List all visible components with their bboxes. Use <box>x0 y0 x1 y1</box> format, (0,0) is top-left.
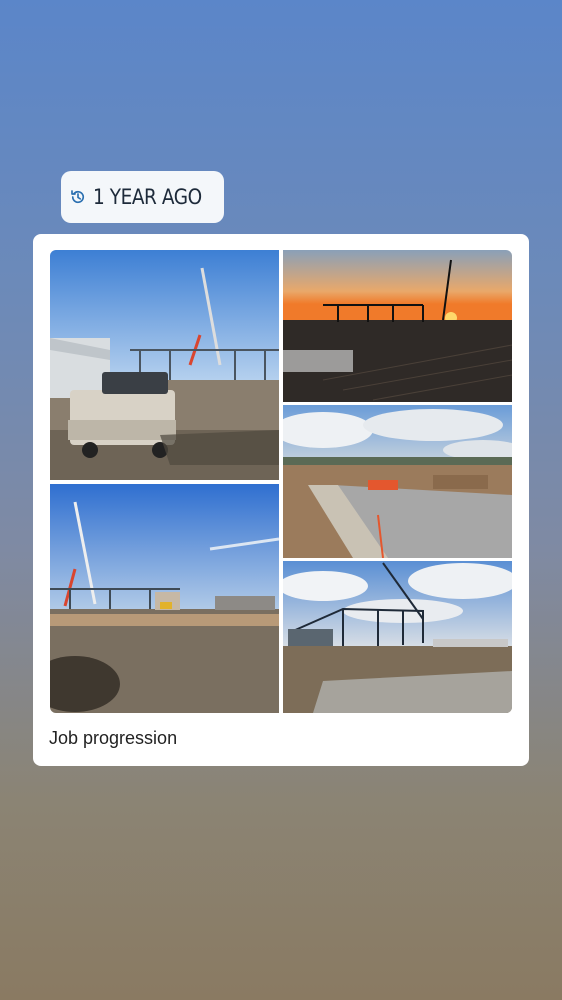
photo-foundation-footings[interactable] <box>283 405 512 558</box>
memory-post-card[interactable]: Job progression <box>33 234 529 766</box>
post-caption: Job progression <box>49 728 178 748</box>
memory-timestamp-badge[interactable]: 1 YEAR AGO <box>61 171 224 223</box>
history-clock-icon <box>70 190 84 204</box>
memory-label: 1 YEAR AGO <box>92 185 202 209</box>
photo-steel-frame-cloudy[interactable] <box>283 561 512 713</box>
photo-crane-lot[interactable] <box>50 484 279 713</box>
photo-sunset-steel-frame[interactable] <box>283 250 512 402</box>
photo-truck-crane[interactable] <box>50 250 279 480</box>
